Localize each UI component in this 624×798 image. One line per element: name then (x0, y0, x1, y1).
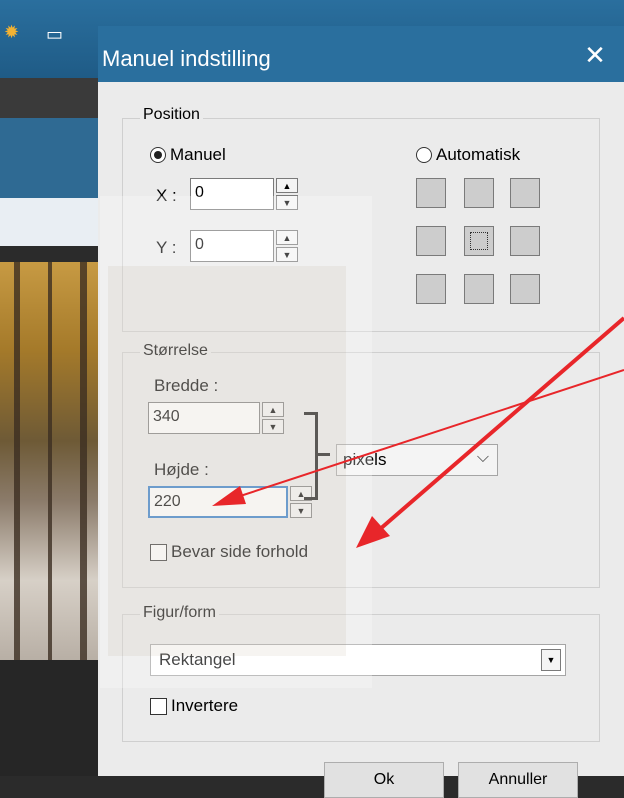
annotation-arrow-line-thick (370, 316, 624, 538)
annotation-arrow-head-thick (356, 516, 390, 548)
annotation-arrows (212, 316, 624, 548)
annotation-arrow-head-thin (212, 486, 246, 506)
annotation-arrow-line-thin (227, 369, 624, 501)
